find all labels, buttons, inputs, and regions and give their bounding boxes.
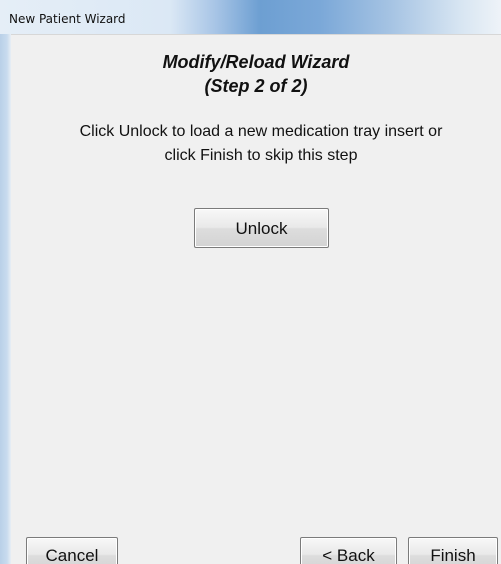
new-patient-wizard-window: New Patient Wizard Modify/Reload Wizard …: [0, 0, 501, 564]
window-left-frame: [0, 34, 11, 564]
wizard-heading-title: Modify/Reload Wizard: [162, 52, 350, 72]
instruction-text-line-1: Click Unlock to load a new medication tr…: [79, 123, 443, 140]
wizard-step-indicator: (Step 2 of 2): [204, 76, 308, 96]
back-button[interactable]: < Back: [300, 537, 397, 564]
window-title-bar[interactable]: New Patient Wizard: [0, 0, 501, 34]
unlock-button[interactable]: Unlock: [194, 208, 329, 248]
instruction-text-line-2: click Finish to skip this step: [164, 147, 358, 164]
wizard-content: Modify/Reload Wizard (Step 2 of 2) Click…: [11, 34, 501, 564]
window-title: New Patient Wizard: [9, 12, 126, 26]
finish-button[interactable]: Finish: [408, 537, 498, 564]
cancel-button[interactable]: Cancel: [26, 537, 118, 564]
